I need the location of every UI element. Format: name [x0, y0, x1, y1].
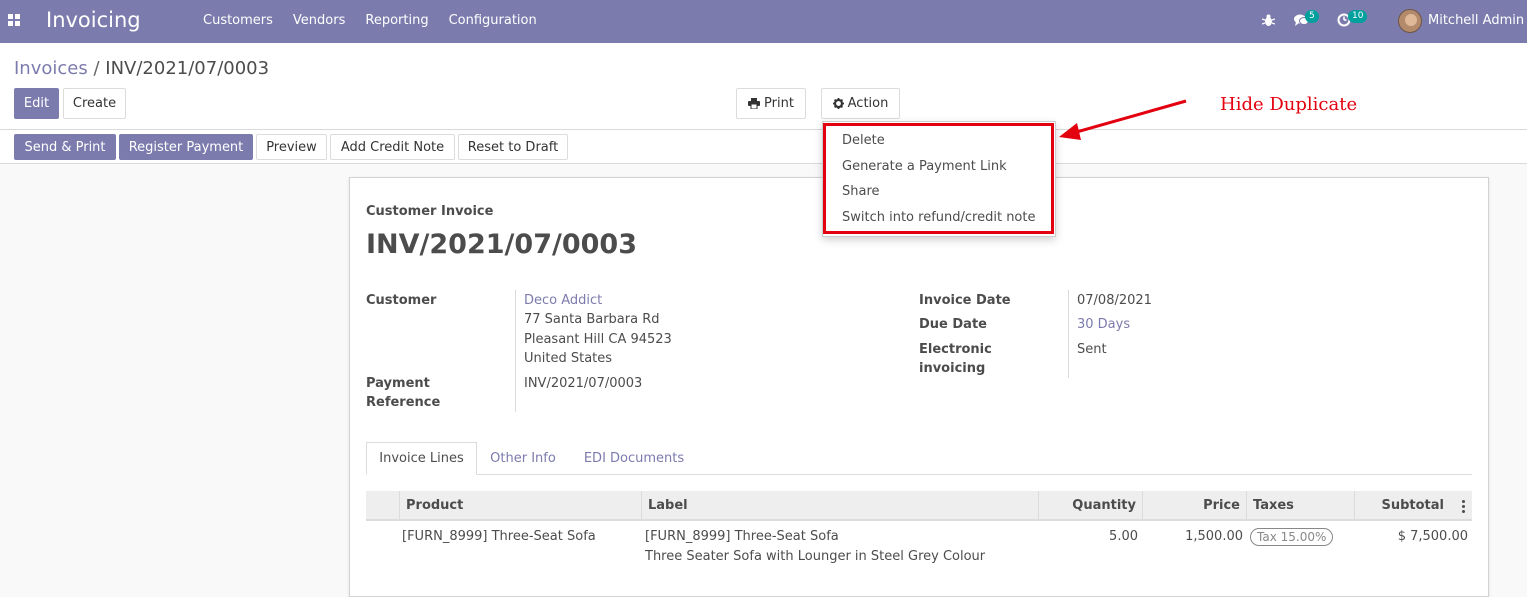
row-label-line-2: Three Seater Sofa with Lounger in Steel … — [645, 549, 986, 564]
top-navbar: Invoicing Customers Vendors Reporting Co… — [0, 0, 1527, 43]
customer-label: Customer — [366, 293, 437, 308]
action-label: Action — [847, 96, 889, 111]
row-label-line-1: [FURN_8999] Three-Seat Sofa — [645, 529, 839, 544]
field-divider — [1068, 290, 1069, 378]
status-bar: Send & Print Register Payment Preview Ad… — [0, 130, 1527, 164]
due-date-label: Due Date — [919, 317, 987, 332]
due-date-value[interactable]: 30 Days — [1077, 315, 1130, 335]
menu-item-customers[interactable]: Customers — [203, 13, 273, 28]
invoice-lines-header: Product Label Quantity Price Taxes Subto… — [366, 491, 1472, 521]
edit-button[interactable]: Edit — [14, 88, 59, 119]
debug-icon[interactable] — [1262, 13, 1275, 27]
breadcrumb-invoices[interactable]: Invoices — [14, 58, 88, 79]
payment-reference-label-2: Reference — [366, 395, 441, 410]
messages-badge: 5 — [1305, 10, 1319, 23]
address-line-2: Pleasant Hill CA 94523 — [524, 332, 672, 347]
menu-item-configuration[interactable]: Configuration — [449, 13, 537, 28]
column-quantity[interactable]: Quantity — [1038, 491, 1142, 521]
highlight-box — [823, 123, 1054, 234]
breadcrumb: Invoices / INV/2021/07/0003 — [14, 58, 269, 79]
print-label: Print — [764, 96, 794, 111]
print-button[interactable]: Print — [736, 88, 806, 119]
reset-to-draft-button[interactable]: Reset to Draft — [458, 134, 568, 160]
apps-menu-icon[interactable] — [8, 14, 20, 26]
breadcrumb-separator: / — [93, 58, 100, 79]
document-title: INV/2021/07/0003 — [366, 229, 637, 260]
column-options-icon[interactable] — [1460, 500, 1466, 514]
invoice-date-value: 07/08/2021 — [1077, 293, 1152, 308]
create-button[interactable]: Create — [63, 88, 126, 119]
app-name[interactable]: Invoicing — [46, 8, 141, 32]
user-name[interactable]: Mitchell Admin — [1428, 13, 1524, 28]
menu-item-reporting[interactable]: Reporting — [365, 13, 428, 28]
annotation-text: Hide Duplicate — [1220, 94, 1358, 115]
annotation-arrow-icon — [1059, 99, 1187, 140]
preview-button[interactable]: Preview — [256, 134, 327, 160]
document-type: Customer Invoice — [366, 204, 494, 219]
activities-badge: 10 — [1348, 10, 1368, 23]
register-payment-button[interactable]: Register Payment — [119, 134, 253, 160]
address-line-1: 77 Santa Barbara Rd — [524, 312, 660, 327]
notebook-tabs: Invoice Lines Other Info EDI Documents — [366, 442, 1472, 475]
add-credit-note-button[interactable]: Add Credit Note — [330, 134, 455, 160]
main-menu: Customers Vendors Reporting Configuratio… — [203, 13, 537, 28]
electronic-invoicing-value: Sent — [1077, 342, 1107, 357]
printer-icon — [748, 98, 761, 109]
tax-badge: Tax 15.00% — [1250, 528, 1334, 546]
column-product[interactable]: Product — [399, 491, 641, 521]
electronic-invoicing-label-1: Electronic — [919, 342, 992, 357]
row-product: [FURN_8999] Three-Seat Sofa — [402, 529, 596, 544]
column-label[interactable]: Label — [641, 491, 1038, 521]
tab-other-info[interactable]: Other Info — [480, 442, 566, 475]
payment-reference-value: INV/2021/07/0003 — [524, 376, 643, 391]
field-divider — [515, 290, 516, 412]
column-subtotal[interactable]: Subtotal — [1354, 491, 1450, 521]
menu-item-vendors[interactable]: Vendors — [293, 13, 345, 28]
address-line-3: United States — [524, 351, 613, 366]
row-quantity: 5.00 — [1109, 529, 1138, 544]
send-print-button[interactable]: Send & Print — [14, 134, 116, 160]
customer-link[interactable]: Deco Addict — [524, 291, 602, 311]
action-button[interactable]: Action — [821, 88, 900, 119]
electronic-invoicing-label-2: invoicing — [919, 361, 986, 376]
tab-invoice-lines[interactable]: Invoice Lines — [366, 442, 477, 475]
gear-icon — [832, 98, 844, 109]
column-taxes[interactable]: Taxes — [1246, 491, 1354, 521]
row-subtotal: $ 7,500.00 — [1397, 529, 1468, 544]
breadcrumb-current: INV/2021/07/0003 — [105, 58, 270, 79]
invoice-date-label: Invoice Date — [919, 293, 1011, 308]
tab-edi-documents[interactable]: EDI Documents — [575, 442, 693, 475]
user-avatar[interactable] — [1398, 9, 1422, 33]
payment-reference-label-1: Payment — [366, 376, 430, 391]
column-price[interactable]: Price — [1142, 491, 1246, 521]
row-price: 1,500.00 — [1185, 529, 1243, 544]
